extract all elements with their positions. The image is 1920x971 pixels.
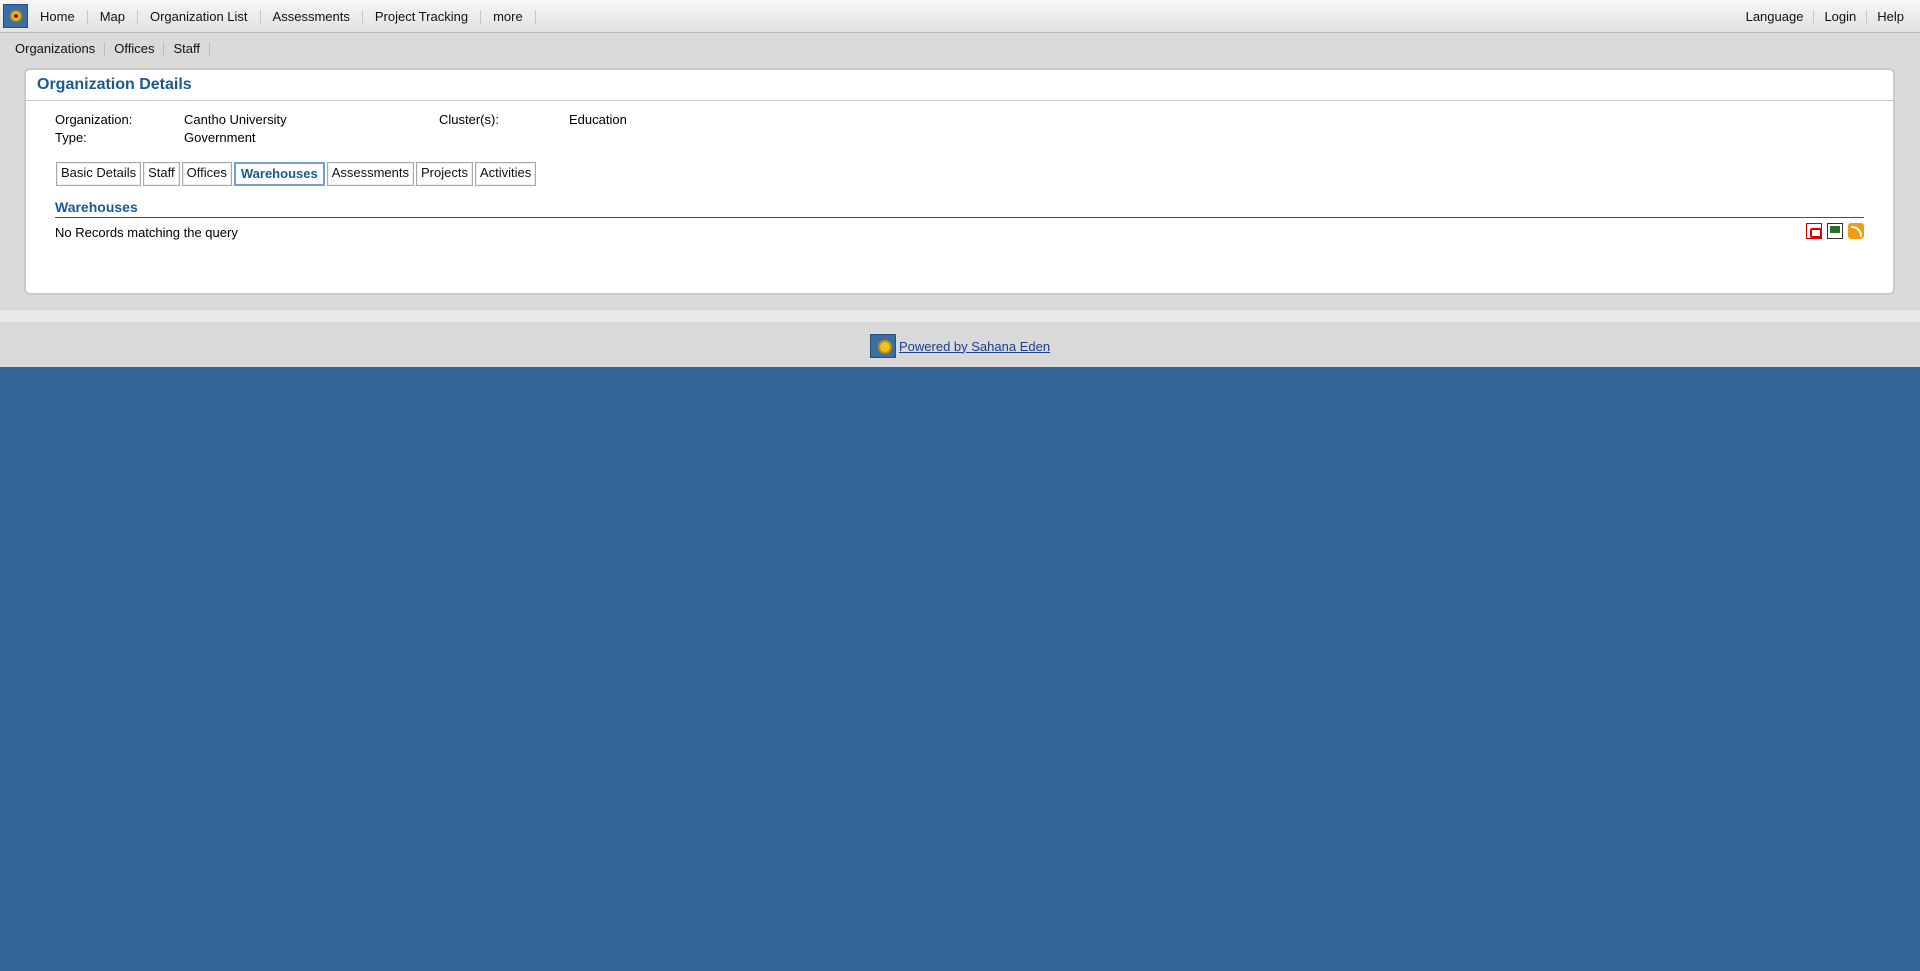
menu-item-help[interactable]: Help	[1866, 9, 1914, 24]
page-title: Organization Details	[26, 70, 1893, 101]
footer: Powered by Sahana Eden	[0, 322, 1920, 367]
sub-item-offices[interactable]: Offices	[105, 41, 165, 56]
sahana-logo-icon[interactable]	[3, 4, 28, 28]
clusters-label: Cluster(s):	[439, 112, 499, 127]
menu-item-organization-list[interactable]: Organization List	[138, 9, 261, 24]
clusters-value: Education	[569, 112, 627, 127]
powered-by: Powered by Sahana Eden	[870, 334, 1050, 358]
top-menu-bar: Home Map Organization List Assessments P…	[0, 0, 1920, 33]
footer-divider	[0, 310, 1920, 322]
sahana-footer-logo-icon	[870, 334, 896, 358]
empty-message: No Records matching the query	[55, 225, 238, 240]
pdf-icon[interactable]	[1806, 223, 1822, 239]
organization-label: Organization:	[55, 112, 133, 127]
organization-details-panel: Organization Details Organization: Canth…	[24, 68, 1895, 295]
sub-menu-bar: Organizations Offices Staff	[0, 33, 1920, 64]
rss-icon[interactable]	[1848, 223, 1864, 239]
record-tabs: Basic Details Staff Offices Warehouses A…	[56, 162, 538, 186]
main-menu: Home Map Organization List Assessments P…	[28, 0, 536, 33]
menu-item-more[interactable]: more	[481, 9, 536, 24]
type-value: Government	[184, 130, 256, 145]
menu-item-login[interactable]: Login	[1813, 9, 1866, 24]
sub-menu: Organizations Offices Staff	[6, 33, 210, 64]
menu-item-language[interactable]: Language	[1736, 9, 1814, 24]
menu-item-map[interactable]: Map	[88, 9, 138, 24]
powered-by-link[interactable]: Powered by Sahana Eden	[899, 339, 1050, 354]
content-area: Organization Details Organization: Canth…	[0, 64, 1920, 310]
tab-offices[interactable]: Offices	[181, 162, 232, 186]
sub-item-organizations[interactable]: Organizations	[6, 41, 106, 56]
export-options	[1806, 223, 1864, 239]
tab-activities[interactable]: Activities	[474, 162, 537, 186]
menu-item-assessments[interactable]: Assessments	[261, 9, 363, 24]
user-menu: Language Login Help	[1736, 0, 1914, 33]
spreadsheet-icon[interactable]	[1827, 223, 1843, 239]
menu-item-home[interactable]: Home	[28, 9, 88, 24]
menu-item-project-tracking[interactable]: Project Tracking	[363, 9, 482, 24]
tab-warehouses[interactable]: Warehouses	[233, 162, 325, 186]
section-title: Warehouses	[55, 198, 1864, 218]
organization-value: Cantho University	[184, 112, 287, 127]
tab-staff[interactable]: Staff	[143, 162, 180, 186]
sub-item-staff[interactable]: Staff	[164, 41, 210, 56]
tab-assessments[interactable]: Assessments	[326, 162, 415, 186]
tab-basic-details[interactable]: Basic Details	[56, 162, 142, 186]
organization-summary: Organization: Cantho University Cluster(…	[55, 111, 627, 147]
tab-projects[interactable]: Projects	[416, 162, 473, 186]
type-label: Type:	[55, 130, 87, 145]
